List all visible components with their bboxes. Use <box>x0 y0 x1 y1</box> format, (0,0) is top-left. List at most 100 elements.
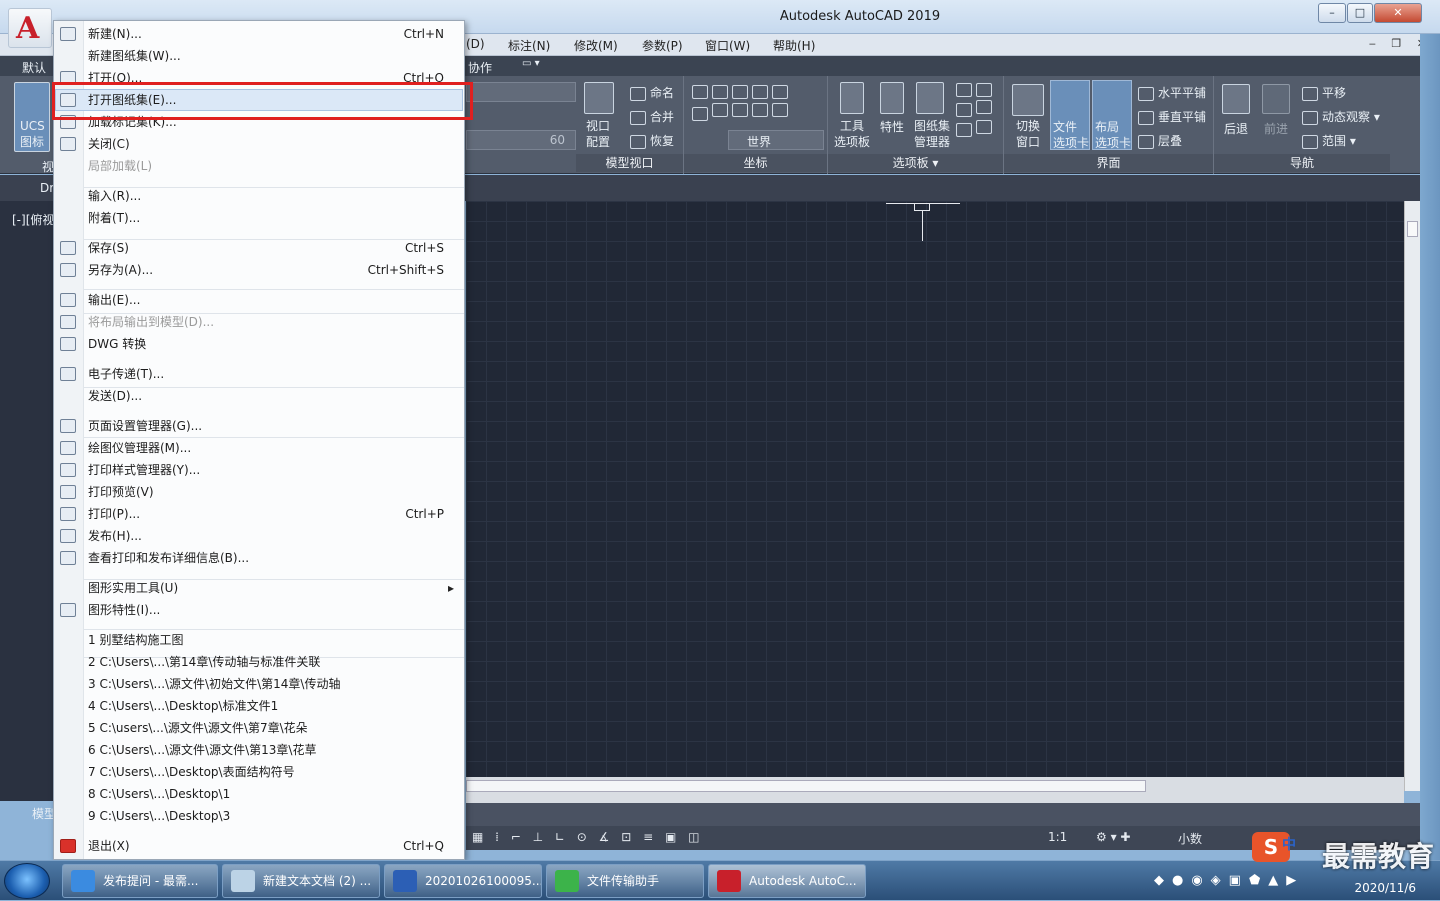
visual-style-dropdown[interactable] <box>466 82 576 102</box>
menu-modify[interactable]: 修改(M) <box>574 37 618 54</box>
ucs-tool-icons[interactable] <box>692 84 822 130</box>
menu-item[interactable]: 6 C:\Users\...\源文件\源文件\第13章\花草 <box>54 739 464 761</box>
menu-draw[interactable]: (D) <box>466 37 485 51</box>
menu-dimension[interactable]: 标注(N) <box>508 37 550 54</box>
minimize-button[interactable]: – <box>1318 3 1346 23</box>
taskbar-item-ie[interactable]: 发布提问 - 最需... <box>62 864 218 898</box>
tool-palettes-icon[interactable] <box>840 82 864 114</box>
menu-item-label: 打印(P)... <box>88 507 141 521</box>
status-toggle-icons[interactable]: ▦ ⁞ ⌐ ⊥ ∟ ⊙ ∡ ⊡ ≡ ▣ ◫ <box>472 830 703 844</box>
properties-icon[interactable] <box>880 82 904 114</box>
hscroll-thumb[interactable] <box>466 780 1146 792</box>
menu-item[interactable]: 2 C:\Users\...\第14章\传动轴与标准件关联 <box>54 651 464 673</box>
forward-icon[interactable] <box>1262 84 1290 114</box>
menu-item[interactable]: 打印样式管理器(Y)... <box>54 459 464 481</box>
units-display[interactable]: 小数 <box>1178 830 1202 847</box>
menu-item[interactable]: 输入(R)... <box>54 185 464 207</box>
extents-button[interactable]: 范围 ▾ <box>1302 132 1356 149</box>
drawing-props-icon <box>60 603 76 617</box>
menu-item[interactable]: 1 别墅结构施工图 <box>54 629 464 651</box>
menu-item[interactable]: 图形实用工具(U) ▸ <box>54 577 464 599</box>
taskbar-notepad-label: 新建文本文档 (2) ... <box>263 874 372 888</box>
tool-palettes-label[interactable]: 工具 选项板 <box>834 118 870 150</box>
vp-join-button[interactable]: 合并 <box>630 108 674 125</box>
menu-item[interactable]: 打印预览(V) <box>54 481 464 503</box>
menu-item[interactable]: 发布(H)... <box>54 525 464 547</box>
menu-item[interactable]: 电子传递(T)... <box>54 363 464 385</box>
menu-item[interactable]: 局部加载(L) <box>54 155 464 177</box>
tray-icons[interactable]: ◆●◉◈▣⬟▲▶ <box>1154 873 1304 888</box>
annotation-scale[interactable]: 1:1 <box>1048 830 1067 844</box>
horizontal-scrollbar[interactable] <box>466 777 1404 803</box>
menu-item[interactable]: 关闭(C) <box>54 133 464 155</box>
orbit-button[interactable]: 动态观察 ▾ <box>1302 108 1380 125</box>
tab-default[interactable]: 默认 <box>22 59 46 76</box>
tab-collaborate[interactable]: 协作 <box>468 59 492 76</box>
vertical-scrollbar[interactable] <box>1404 201 1420 791</box>
menu-item[interactable]: 5 C:\users\...\源文件\源文件\第7章\花朵 <box>54 717 464 739</box>
switch-window-label[interactable]: 切换 窗口 <box>1016 118 1040 150</box>
file-tabs-button[interactable]: 文件 选项卡 <box>1050 80 1090 150</box>
menu-item[interactable]: 7 C:\Users\...\Desktop\表面结构符号 <box>54 761 464 783</box>
menu-item[interactable]: 将布局输出到模型(D)... <box>54 311 464 333</box>
menu-item[interactable]: 另存为(A)... Ctrl+Shift+S <box>54 259 464 281</box>
menu-item[interactable]: 8 C:\Users\...\Desktop\1 <box>54 783 464 805</box>
taskbar-item-word[interactable]: 20201026100095... <box>384 864 542 898</box>
viewport-config-icon[interactable] <box>584 82 614 114</box>
menu-item[interactable]: 保存(S) Ctrl+S <box>54 237 464 259</box>
taskbar-item-autocad[interactable]: Autodesk AutoC... <box>708 864 866 898</box>
ucs-world-dropdown[interactable]: 世界 <box>728 130 824 150</box>
switch-window-icon[interactable] <box>1012 84 1044 116</box>
application-button[interactable]: A <box>8 8 52 48</box>
cascade-button[interactable]: 层叠 <box>1138 132 1182 149</box>
menu-window[interactable]: 窗口(W) <box>705 37 750 54</box>
tab-options-icon[interactable]: ▭ ▾ <box>522 58 540 69</box>
menu-item[interactable]: 附着(T)... <box>54 207 464 229</box>
pan-button[interactable]: 平移 <box>1302 84 1346 101</box>
menu-item[interactable]: 新建(N)... Ctrl+N <box>54 23 464 45</box>
menu-item[interactable]: 4 C:\Users\...\Desktop\标准文件1 <box>54 695 464 717</box>
gear-icon[interactable]: ⚙ ▾ ✚ <box>1096 830 1130 844</box>
menu-item-label: 附着(T)... <box>88 211 141 225</box>
vp-restore-button[interactable]: 恢复 <box>630 132 674 149</box>
start-button[interactable] <box>4 863 50 899</box>
back-label[interactable]: 后退 <box>1224 120 1248 137</box>
menu-parameters[interactable]: 参数(P) <box>642 37 683 54</box>
menu-help[interactable]: 帮助(H) <box>773 37 815 54</box>
menu-item[interactable]: 输出(E)... <box>54 289 464 311</box>
clock-date[interactable]: 2020/11/6 <box>1354 881 1416 895</box>
palette-small-icons[interactable] <box>956 82 996 148</box>
menu-item[interactable]: 3 C:\Users\...\源文件\初始文件\第14章\传动轴 <box>54 673 464 695</box>
viewport-config-label[interactable]: 视口 配置 <box>586 118 610 150</box>
viewport-controls[interactable]: [-][俯视 <box>12 211 54 228</box>
menu-item[interactable]: 页面设置管理器(G)... <box>54 415 464 437</box>
exit-icon <box>60 839 76 853</box>
menu-item[interactable]: DWG 转换 <box>54 333 464 355</box>
tile-horizontal-button[interactable]: 水平平铺 <box>1138 84 1206 101</box>
menu-item[interactable]: 打印(P)... Ctrl+P <box>54 503 464 525</box>
layout-tabs-button[interactable]: 布局 选项卡 <box>1092 80 1132 150</box>
maximize-button[interactable]: □ <box>1347 3 1373 23</box>
close-button[interactable]: ✕ <box>1374 3 1422 23</box>
menu-item[interactable]: 图形特性(I)... <box>54 599 464 621</box>
value-field[interactable]: 60 <box>466 130 576 150</box>
menu-item[interactable]: 退出(X) Ctrl+Q <box>54 835 464 857</box>
taskbar-item-wechat[interactable]: 文件传输助手 <box>546 864 704 898</box>
menu-item[interactable]: 绘图仪管理器(M)... <box>54 437 464 459</box>
vscroll-thumb[interactable] <box>1407 221 1418 237</box>
taskbar-item-notepad[interactable]: 新建文本文档 (2) ... <box>222 864 380 898</box>
menu-item[interactable]: 新建图纸集(W)... <box>54 45 464 67</box>
vp-named-button[interactable]: 命名 <box>630 84 674 101</box>
menu-item[interactable]: 9 C:\Users\...\Desktop\3 <box>54 805 464 827</box>
drawing-canvas[interactable] <box>466 201 1404 777</box>
command-line[interactable] <box>466 803 1420 826</box>
sheetset-manager-icon[interactable] <box>916 82 944 114</box>
menu-item[interactable]: 查看打印和发布详细信息(B)... <box>54 547 464 569</box>
forward-label[interactable]: 前进 <box>1264 120 1288 137</box>
properties-label[interactable]: 特性 <box>880 118 904 135</box>
tile-vertical-button[interactable]: 垂直平铺 <box>1138 108 1206 125</box>
sheetset-manager-label[interactable]: 图纸集 管理器 <box>914 118 950 150</box>
menu-item[interactable]: 发送(D)... <box>54 385 464 407</box>
back-icon[interactable] <box>1222 84 1250 114</box>
panel-label-viewports: 模型视口 <box>576 154 683 172</box>
